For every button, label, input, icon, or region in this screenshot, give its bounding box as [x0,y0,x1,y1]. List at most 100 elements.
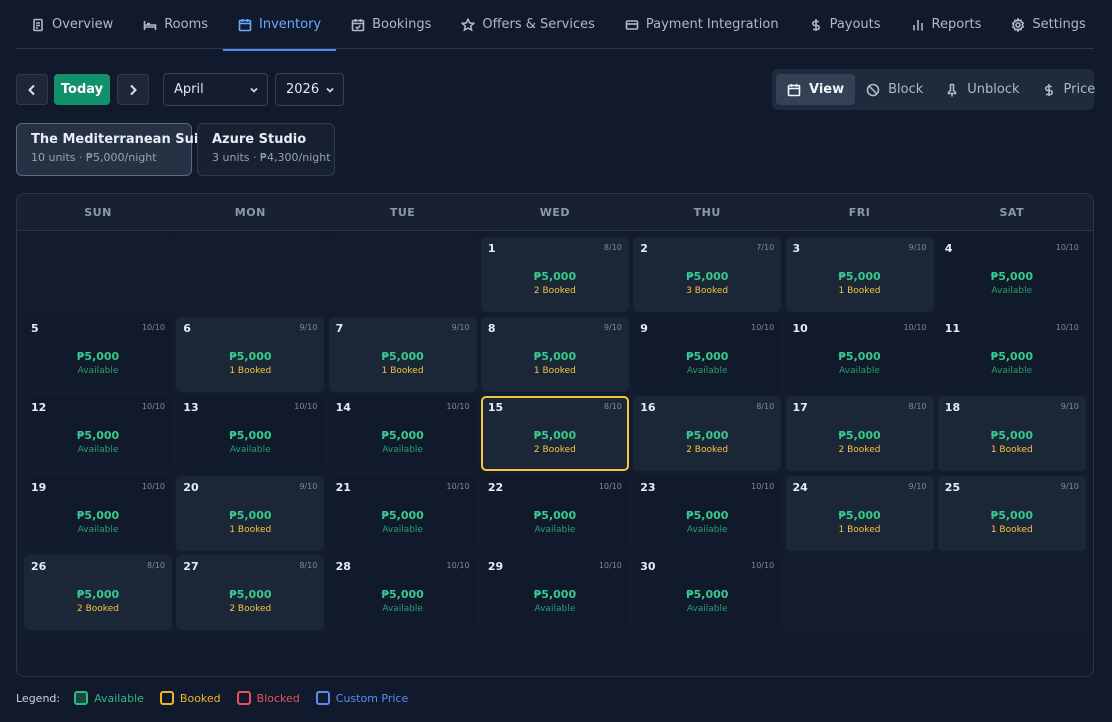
day-number: 26 [31,560,47,573]
legend-title: Legend: [16,691,61,705]
day-price: ₱5,000 [381,429,424,442]
day-status: 1 Booked [533,365,576,376]
day-cell[interactable]: 28 10/10 ₱5,000 Available [328,555,477,630]
empty-day-cell [937,555,1086,630]
year-select[interactable]: 2026 [275,73,344,106]
tab-inventory[interactable]: Inventory [223,0,337,51]
view-mode-button[interactable]: View [776,74,856,105]
occupancy-count: 9/10 [1060,481,1079,491]
day-price: ₱5,000 [990,429,1034,442]
day-cell[interactable]: 4 10/10 ₱5,000 Available [937,237,1086,312]
tab-payouts[interactable]: Payouts [794,0,896,49]
day-cell[interactable]: 12 10/10 ₱5,000 Available [24,396,172,471]
day-status: 3 Booked [686,286,729,296]
prev-month-button[interactable] [16,74,48,105]
day-number: 6 [183,321,191,335]
calendar-days: 1 8/10 ₱5,000 2 Booked 2 7/10 ₱5,000 3 Booked 3 9… [17,194,1093,676]
day-status: 1 Booked [838,524,881,535]
day-cell[interactable]: 9 10/10 ₱5,000 Available [633,316,782,392]
block-mode-button[interactable]: Block [855,74,934,105]
day-number: 2 [640,242,648,255]
day-cell[interactable]: 1 8/10 ₱5,000 2 Booked [480,237,629,312]
today-button[interactable]: Today [54,74,110,105]
room-card-azure-studio[interactable]: Azure Studio 3 units · ₱4,300/night [197,123,335,176]
day-number: 19 [31,480,47,494]
day-cell[interactable]: 20 9/10 ₱5,000 1 Booked [176,475,325,551]
day-cell[interactable]: 19 10/10 ₱5,000 Available [24,475,172,551]
day-number: 30 [640,560,656,573]
day-cell[interactable]: 22 10/10 ₱5,000 Available [480,475,629,551]
tab-overview[interactable]: Overview [16,0,128,49]
day-cell[interactable]: 8 9/10 ₱5,000 1 Booked [480,316,629,392]
day-cell[interactable]: 26 8/10 ₱5,000 2 Booked [24,555,172,630]
day-cell[interactable]: 23 10/10 ₱5,000 Available [633,475,782,551]
day-price: ₱5,000 [381,349,424,363]
day-cell[interactable]: 6 9/10 ₱5,000 1 Booked [176,316,325,392]
legend-swatch [315,691,330,705]
day-number: 28 [335,560,351,573]
day-cell[interactable]: 13 10/10 ₱5,000 Available [176,396,325,471]
day-price: ₱5,000 [229,508,272,522]
day-price: ₱5,000 [685,270,729,283]
day-cell[interactable]: 29 10/10 ₱5,000 Available [480,555,629,630]
month-select[interactable]: April [163,73,268,106]
day-cell[interactable]: 7 9/10 ₱5,000 1 Booked [328,316,477,392]
day-cell[interactable]: 2 7/10 ₱5,000 3 Booked [633,237,782,312]
calendar-check-icon [351,18,365,31]
day-cell[interactable]: 24 9/10 ₱5,000 1 Booked [785,475,934,551]
day-price: ₱5,000 [990,349,1034,363]
legend-item-custom-price: Custom Price [315,691,408,705]
day-price: ₱5,000 [76,349,120,363]
unblock-mode-button[interactable]: Unblock [934,74,1030,105]
document-icon [33,18,43,31]
day-cell[interactable]: 3 9/10 ₱5,000 1 Booked [785,237,934,312]
day-number: 21 [335,480,351,494]
day-cell[interactable]: 14 10/10 ₱5,000 Available [328,396,477,471]
day-number: 7 [335,321,344,335]
tab-reports[interactable]: Reports [896,0,997,49]
day-cell[interactable]: 11 10/10 ₱5,000 Available [937,316,1086,392]
price-mode-button[interactable]: Price [1031,74,1107,105]
day-cell[interactable]: 25 9/10 ₱5,000 1 Booked [937,475,1086,551]
day-cell[interactable]: 18 9/10 ₱5,000 1 Booked [937,396,1086,471]
occupancy-count: 8/10 [603,243,622,252]
room-card-mediterranean-suite[interactable]: The Mediterranean Suite 10 units · ₱5,00… [16,123,213,176]
tab-payment-integration[interactable]: Payment Integration [610,0,794,49]
tab-label: Overview [52,17,114,32]
day-cell[interactable]: 17 8/10 ₱5,000 2 Booked [785,396,934,471]
room-name: Azure Studio [212,132,307,147]
day-status: Available [229,445,271,455]
day-status: Available [686,365,728,376]
unlock-icon [947,83,957,96]
day-status: 1 Booked [229,365,272,376]
occupancy-count: 8/10 [908,402,927,411]
month-select-value: April [174,82,204,97]
day-price: ₱5,000 [381,508,424,522]
day-cell[interactable]: 10 10/10 ₱5,000 Available [785,316,934,392]
day-price: ₱5,000 [838,508,881,522]
day-cell[interactable]: 5 10/10 ₱5,000 Available [24,316,172,392]
tab-bookings[interactable]: Bookings [336,0,446,49]
day-status: 1 Booked [990,445,1033,455]
occupancy-count: 9/10 [603,322,622,332]
year-select-value: 2026 [286,82,320,97]
calendar-icon [787,83,801,96]
tab-settings[interactable]: Settings [996,0,1100,49]
tab-offers-services[interactable]: Offers & Services [446,0,610,49]
legend: Legend: Available Booked Blocked Custom Pri… [16,690,424,706]
day-price: ₱5,000 [533,588,577,601]
day-cell[interactable]: 15 8/10 ₱5,000 2 Booked [480,396,629,471]
day-status: Available [77,524,119,535]
occupancy-count: 10/10 [446,481,470,491]
next-month-button[interactable] [117,74,149,105]
occupancy-count: 10/10 [1055,243,1079,252]
action-label: Block [888,82,924,97]
tab-rooms[interactable]: Rooms [128,0,223,49]
day-cell[interactable]: 30 10/10 ₱5,000 Available [633,555,782,630]
day-cell[interactable]: 21 10/10 ₱5,000 Available [328,475,477,551]
day-cell[interactable]: 16 8/10 ₱5,000 2 Booked [633,396,782,471]
credit-card-icon [625,19,639,30]
day-status: Available [839,365,880,376]
day-cell[interactable]: 27 8/10 ₱5,000 2 Booked [176,555,325,630]
occupancy-count: 8/10 [147,561,165,570]
